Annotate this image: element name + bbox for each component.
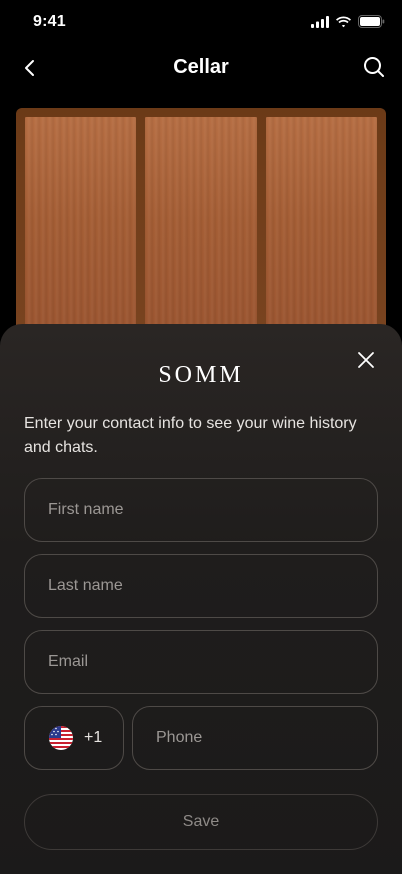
somm-logo: SOMM [158, 362, 244, 388]
first-name-input[interactable] [25, 479, 377, 541]
contact-info-sheet: SOMM Enter your contact info to see your… [0, 324, 402, 874]
close-button[interactable] [354, 348, 378, 372]
search-button[interactable] [360, 53, 388, 81]
cellular-signal-icon [311, 15, 329, 28]
wood-panel [145, 117, 257, 348]
phone-input[interactable] [133, 707, 377, 769]
page-title: Cellar [173, 56, 229, 78]
close-icon [358, 352, 374, 368]
wood-panel [265, 117, 377, 348]
wood-panel [25, 117, 137, 348]
intro-text: Enter your contact info to see your wine… [24, 415, 357, 456]
last-name-input[interactable] [25, 555, 377, 617]
status-time: 9:41 [33, 13, 66, 30]
save-button[interactable]: Save [24, 794, 378, 850]
nav-bar: Cellar [0, 44, 402, 92]
country-code-label: +1 [84, 729, 103, 746]
us-flag-icon [49, 726, 73, 750]
search-icon [364, 57, 384, 77]
cellar-shelf-image [16, 108, 386, 348]
last-name-field[interactable] [24, 554, 378, 618]
wifi-icon [336, 16, 351, 27]
phone-field[interactable] [132, 706, 378, 770]
status-icons [311, 15, 385, 28]
country-code-selector[interactable]: +1 [24, 706, 124, 770]
first-name-field[interactable] [24, 478, 378, 542]
status-bar: 9:41 [0, 0, 402, 44]
battery-icon [358, 15, 385, 28]
email-field[interactable] [24, 630, 378, 694]
email-input[interactable] [25, 631, 377, 693]
